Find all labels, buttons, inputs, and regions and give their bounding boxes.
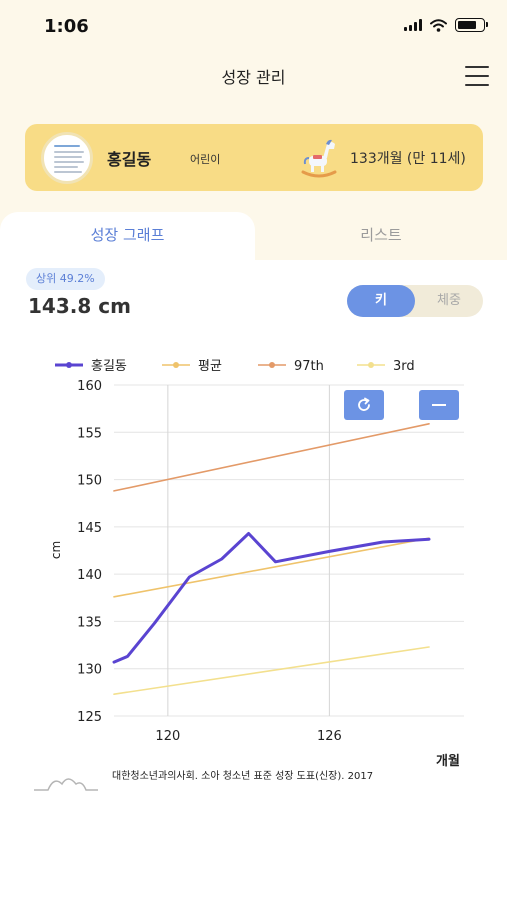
legend-label: 97th bbox=[294, 359, 324, 374]
x-tick-label: 126 bbox=[317, 729, 342, 744]
y-tick-label: 145 bbox=[77, 521, 102, 536]
legend-label: 평균 bbox=[198, 359, 222, 374]
weight-toggle-button[interactable]: 체중 bbox=[415, 285, 483, 317]
status-time: 1:06 bbox=[44, 16, 89, 37]
legend-marker bbox=[173, 362, 179, 368]
hamburger-menu-icon[interactable] bbox=[465, 66, 489, 86]
child-role: 어린이 bbox=[190, 153, 221, 166]
legend-marker bbox=[269, 362, 275, 368]
y-tick-label: 135 bbox=[77, 615, 102, 630]
status-icons bbox=[404, 18, 488, 32]
legend-marker bbox=[66, 362, 72, 368]
height-toggle-button[interactable]: 키 bbox=[347, 285, 415, 317]
y-tick-label: 125 bbox=[77, 710, 102, 725]
wifi-icon bbox=[430, 18, 447, 32]
source-citation: 대한청소년과의사회. 소아 청소년 표준 성장 도표(신장). 2017 bbox=[112, 771, 374, 782]
x-tick-label: 120 bbox=[155, 729, 180, 744]
y-tick-label: 155 bbox=[77, 426, 102, 441]
percentile-badge: 상위 49.2% bbox=[26, 268, 105, 290]
battery-level bbox=[458, 21, 476, 29]
series-line-ref-3 bbox=[113, 646, 430, 696]
child-name: 홍길동 bbox=[107, 150, 152, 169]
current-height-value: 143.8 cm bbox=[28, 294, 131, 318]
zoom-out-button[interactable] bbox=[419, 390, 459, 420]
y-tick-label: 150 bbox=[77, 474, 102, 489]
signal-icon bbox=[404, 19, 422, 31]
child-age: 133개월 (만 11세) bbox=[350, 151, 466, 167]
minus-icon bbox=[432, 404, 446, 406]
rocking-horse-icon bbox=[301, 139, 337, 178]
tab-growth-graph[interactable]: 성장 그래프 bbox=[0, 212, 255, 260]
y-tick-label: 130 bbox=[77, 663, 102, 678]
x-axis-label: 개월 bbox=[436, 753, 460, 769]
battery-icon bbox=[455, 18, 488, 32]
y-tick-label: 140 bbox=[77, 568, 102, 583]
measure-toggle: 키 체중 bbox=[347, 285, 483, 317]
series-line-ref-1 bbox=[113, 537, 430, 598]
mountain-chart-icon bbox=[34, 778, 98, 791]
refresh-button[interactable] bbox=[344, 390, 384, 420]
series-line-ref-2 bbox=[113, 422, 430, 492]
legend-marker bbox=[368, 362, 374, 368]
y-axis-label: cm bbox=[49, 541, 63, 559]
y-tick-label: 160 bbox=[77, 379, 102, 394]
series-line-child bbox=[112, 532, 431, 664]
refresh-icon bbox=[358, 397, 370, 411]
tab-list[interactable]: 리스트 bbox=[255, 212, 507, 260]
certificate-avatar-icon bbox=[41, 132, 93, 184]
page-title: 성장 관리 bbox=[221, 68, 286, 87]
legend-label: 3rd bbox=[393, 359, 415, 374]
profile-card[interactable]: 홍길동 어린이 133개월 (만 11세) bbox=[25, 124, 483, 191]
legend-label: 홍길동 bbox=[91, 359, 127, 374]
